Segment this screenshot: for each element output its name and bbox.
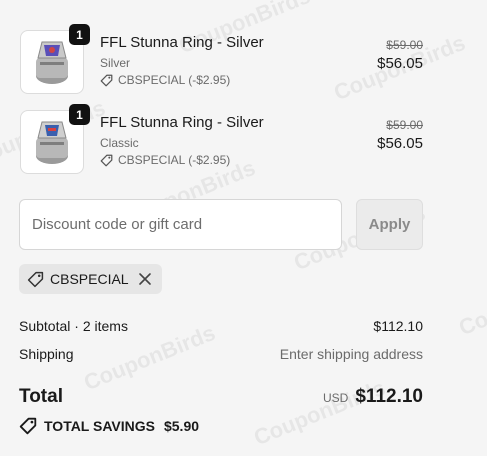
order-summary: CouponBirds CouponBirds CouponBirds Coup… [0, 0, 487, 456]
shipping-label: Shipping [19, 346, 74, 362]
final-price: $56.05 [377, 55, 423, 72]
product-variant: Classic [100, 136, 139, 150]
quantity-badge: 1 [69, 24, 90, 45]
savings-value: $5.90 [163, 418, 200, 434]
item-discount-text: CBSPECIAL (-$2.95) [118, 153, 231, 167]
final-price: $56.05 [377, 135, 423, 152]
savings-label: TOTAL SAVINGS [44, 418, 155, 434]
product-variant: Silver [100, 56, 131, 70]
line-item: 1 FFL Stunna Ring - Silver Silver CBSPEC… [20, 24, 423, 94]
original-price: $59.00 [386, 118, 423, 132]
product-name: FFL Stunna Ring - Silver [100, 34, 264, 51]
shipping-value: Enter shipping address [279, 346, 423, 362]
original-price: $59.00 [386, 38, 423, 52]
total-savings: TOTAL SAVINGS $5.90 [19, 417, 199, 435]
watermark: CouponBirds [455, 264, 487, 341]
currency-code: USD [323, 391, 349, 405]
shipping-row: Shipping Enter shipping address [19, 346, 423, 364]
discount-code-input[interactable] [19, 199, 342, 250]
tag-icon [100, 74, 113, 86]
tag-icon [100, 154, 113, 166]
product-thumbnail: 1 [20, 24, 90, 94]
total-value: $112.10 [355, 386, 423, 407]
tag-icon [27, 271, 44, 287]
apply-button[interactable]: Apply [356, 199, 423, 250]
item-discount-text: CBSPECIAL (-$2.95) [118, 73, 231, 87]
ring-image [36, 121, 68, 164]
applied-code: CBSPECIAL [50, 271, 129, 287]
discount-form: Apply [19, 199, 423, 250]
product-name: FFL Stunna Ring - Silver [100, 114, 264, 131]
close-icon[interactable] [137, 271, 153, 287]
item-discount: CBSPECIAL (-$2.95) [100, 153, 230, 167]
line-item: 1 FFL Stunna Ring - Silver Classic CBSPE… [20, 104, 423, 174]
applied-discount-chip: CBSPECIAL [19, 264, 162, 294]
tag-icon [19, 417, 37, 435]
ring-image [36, 41, 68, 84]
item-discount: CBSPECIAL (-$2.95) [100, 73, 230, 87]
product-thumbnail: 1 [20, 104, 90, 174]
subtotal-value: $112.10 [373, 318, 423, 334]
subtotal-label: Subtotal · 2 items [19, 318, 128, 334]
total-label: Total [19, 386, 63, 407]
quantity-badge: 1 [69, 104, 90, 125]
subtotal-row: Subtotal · 2 items $112.10 [19, 318, 423, 336]
